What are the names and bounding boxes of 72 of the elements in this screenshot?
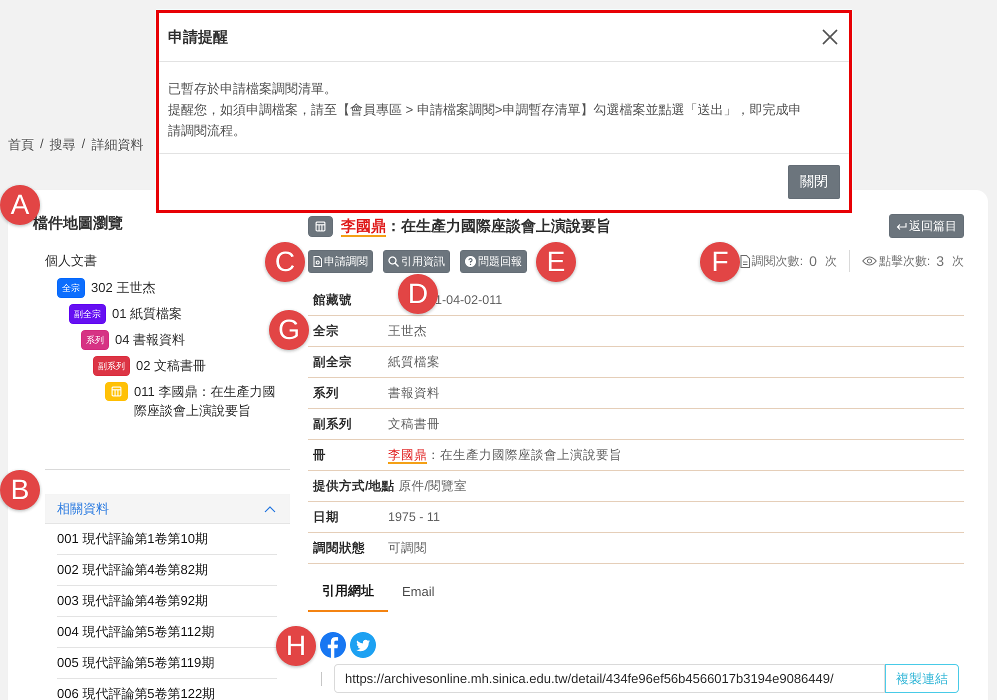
action-button[interactable]: 申請調閱 <box>308 250 373 272</box>
bird-icon[interactable] <box>350 632 376 658</box>
search-icon <box>388 256 399 266</box>
return-icon <box>896 222 907 230</box>
stat-unit: 次 <box>952 252 964 270</box>
level-badge: 系列 <box>81 330 109 350</box>
field-label: 副全宗 <box>312 354 353 370</box>
field-label: 提供方式/地點 <box>312 478 396 494</box>
action-button[interactable]: 引用資訊 <box>383 250 450 272</box>
stat-value: 3 <box>936 253 944 269</box>
url-field[interactable]: https://archivesonline.mh.sinica.edu.tw/detail/434fe96ef56b4566017b3194e9086449/ <box>334 664 885 693</box>
person-link[interactable]: 李國鼎 <box>388 448 427 464</box>
tree-item[interactable]: 01 紙質檔案 <box>112 304 182 323</box>
field-label: 冊 <box>312 446 327 464</box>
related-item[interactable]: 003 現代評論第4卷第92期 <box>57 586 277 617</box>
annotation-marker: D <box>398 274 438 314</box>
stat-label: 調閱次數: <box>752 252 804 270</box>
field-label: 全宗 <box>312 322 340 340</box>
breadcrumb-link[interactable]: 搜尋 <box>50 136 76 154</box>
related-item[interactable]: 001 現代評論第1卷第10期 <box>57 524 277 555</box>
field-value: 紙質檔案 <box>388 354 440 370</box>
dialog-close-button[interactable]: 關閉 <box>788 165 840 199</box>
facebook-icon[interactable] <box>320 632 346 658</box>
action-button[interactable]: 問題回報 <box>460 250 527 272</box>
level-badge: 全宗 <box>57 278 85 298</box>
field-value: 可調閱 <box>388 540 427 556</box>
stat-unit: 次 <box>824 252 837 270</box>
tree-item[interactable]: 04 書報資料 <box>115 330 186 349</box>
breadcrumb-separator: / <box>82 136 86 153</box>
field-value: 原件/閱覽室 <box>398 478 467 494</box>
field-label: 館藏號 <box>312 292 353 308</box>
field-label: 系列 <box>312 384 340 402</box>
grid-icon <box>111 386 122 397</box>
record-title: 李國鼎：在生產力國際座談會上演說要旨 <box>341 216 611 236</box>
back-button[interactable]: 返回篇目 <box>889 214 964 238</box>
dialog-message: 提醒您，如須申調檔案，請至【會員專區 > 申請檔案調閱>申調暫存清單】勾選檔案並點選「送出」，即完成申請調閱流程。 <box>168 101 802 140</box>
stat-value: 0 <box>809 253 817 269</box>
document-icon <box>740 254 750 268</box>
breadcrumb-link[interactable]: 詳細資料 <box>91 136 144 154</box>
tab[interactable]: Email <box>388 576 449 612</box>
level-badge: 副全宗 <box>69 304 106 324</box>
field-value: 1-04-02-011 <box>435 293 502 307</box>
field-label: 調閱狀態 <box>312 540 366 556</box>
document-icon <box>313 256 322 266</box>
related-item[interactable]: 002 現代評論第4卷第82期 <box>57 555 277 586</box>
question-icon <box>465 256 476 266</box>
eye-icon <box>862 256 877 266</box>
tab[interactable]: 引用網址 <box>308 576 388 612</box>
field-value: 書報資料 <box>388 384 440 402</box>
grid-icon <box>315 220 326 232</box>
field-value: 李國鼎：在生產力國際座談會上演說要旨 <box>388 446 622 464</box>
dialog-message: 已暫存於申請檔案調閱清單。 <box>168 80 338 98</box>
tree-root[interactable]: 個人文書 <box>45 252 97 272</box>
person-link[interactable]: 李國鼎 <box>341 218 386 236</box>
related-item[interactable]: 005 現代評論第5卷第119期 <box>57 648 277 679</box>
field-label: 副系列 <box>312 416 353 432</box>
accordion-title: 相關資料 <box>57 500 109 518</box>
stat-label: 點擊次數: <box>878 252 930 270</box>
related-item[interactable]: 006 現代評論第5卷第122期 <box>57 679 277 700</box>
field-label: 日期 <box>312 508 340 526</box>
dialog-title: 申請提醒 <box>168 28 228 46</box>
accordion-header[interactable]: 相關資料 <box>45 494 290 524</box>
related-item[interactable]: 004 現代評論第5卷第112期 <box>57 617 277 648</box>
breadcrumb-separator: / <box>40 136 44 153</box>
tree-item[interactable]: 011 李國鼎：在生產力國際座談會上演說要旨 <box>134 382 284 420</box>
tree-item[interactable]: 02 文稿書冊 <box>136 356 206 375</box>
field-value: 1975 - 11 <box>388 510 440 524</box>
breadcrumb-link[interactable]: 首頁 <box>8 136 34 154</box>
level-badge: 副系列 <box>93 356 130 376</box>
field-value: 文稿書冊 <box>388 416 440 432</box>
field-value: 王世杰 <box>388 322 427 340</box>
tree-item[interactable]: 302 王世杰 <box>91 278 156 297</box>
